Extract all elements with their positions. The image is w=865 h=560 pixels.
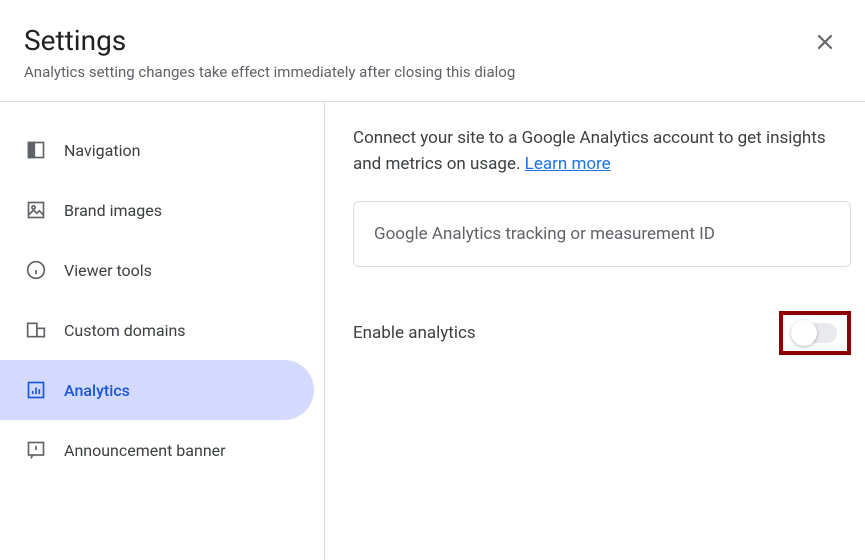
sidebar-item-brand-images[interactable]: Brand images <box>0 180 314 240</box>
toggle-thumb <box>791 320 817 346</box>
dialog-header: Settings Analytics setting changes take … <box>0 0 865 102</box>
sidebar-item-analytics[interactable]: Analytics <box>0 360 314 420</box>
settings-dialog: Settings Analytics setting changes take … <box>0 0 865 554</box>
enable-analytics-toggle[interactable] <box>793 323 837 343</box>
highlight-box <box>779 311 851 355</box>
domains-icon <box>24 318 48 342</box>
image-icon <box>24 198 48 222</box>
sidebar-item-label: Custom domains <box>64 321 186 340</box>
page-title: Settings <box>24 24 841 57</box>
sidebar-item-label: Navigation <box>64 141 140 160</box>
announcement-icon <box>24 438 48 462</box>
analytics-icon <box>24 378 48 402</box>
navigation-icon <box>24 138 48 162</box>
learn-more-link[interactable]: Learn more <box>525 154 611 174</box>
enable-analytics-row: Enable analytics <box>353 311 851 355</box>
sidebar-item-label: Viewer tools <box>64 261 152 280</box>
sidebar-item-custom-domains[interactable]: Custom domains <box>0 300 314 360</box>
page-subtitle: Analytics setting changes take effect im… <box>24 63 841 81</box>
analytics-description: Connect your site to a Google Analytics … <box>353 126 851 177</box>
tracking-id-input[interactable] <box>353 201 851 267</box>
close-icon <box>815 32 835 56</box>
main-panel: Connect your site to a Google Analytics … <box>325 102 865 560</box>
sidebar-item-label: Brand images <box>64 201 162 220</box>
enable-analytics-label: Enable analytics <box>353 323 476 343</box>
sidebar: Navigation Brand images Viewer tools Cus… <box>0 102 325 560</box>
sidebar-item-viewer-tools[interactable]: Viewer tools <box>0 240 314 300</box>
info-icon <box>24 258 48 282</box>
dialog-content: Navigation Brand images Viewer tools Cus… <box>0 102 865 560</box>
sidebar-item-announcement-banner[interactable]: Announcement banner <box>0 420 314 480</box>
sidebar-item-label: Announcement banner <box>64 441 226 460</box>
close-button[interactable] <box>813 32 837 56</box>
sidebar-item-navigation[interactable]: Navigation <box>0 120 314 180</box>
sidebar-item-label: Analytics <box>64 381 130 400</box>
